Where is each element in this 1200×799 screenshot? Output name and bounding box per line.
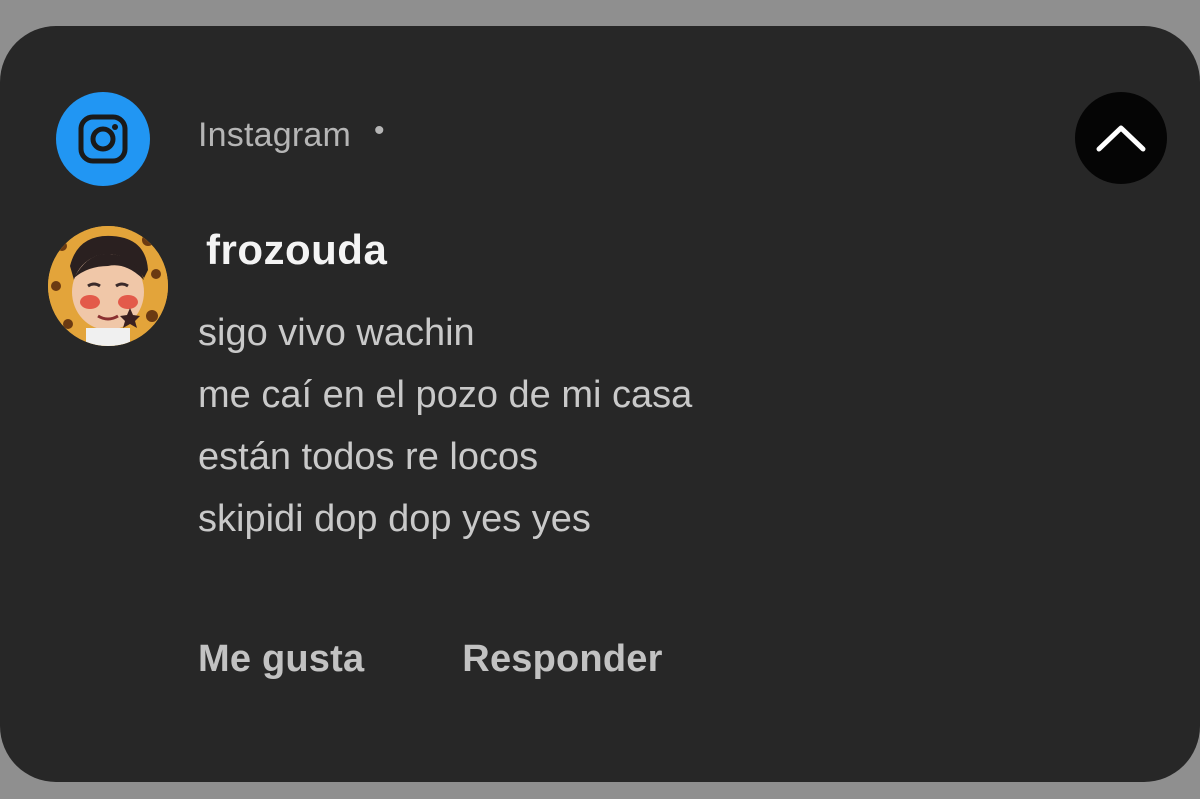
- collapse-button[interactable]: [1075, 92, 1167, 184]
- notification-actions: Me gusta Responder: [198, 638, 663, 681]
- message-line: skipidi dop dop yes yes: [198, 498, 591, 540]
- avatar: [48, 226, 168, 346]
- notification-card[interactable]: Instagram • frozouda sigo vivo wachin me…: [0, 26, 1200, 782]
- message-line: están todos re locos: [198, 436, 539, 478]
- message-line: sigo vivo wachin: [198, 312, 475, 354]
- app-separator-dot: •: [374, 114, 385, 147]
- sender-name: frozouda: [206, 226, 388, 273]
- app-name: Instagram: [198, 116, 351, 154]
- reply-button[interactable]: Responder: [462, 638, 662, 681]
- message-body: sigo vivo wachin me caí en el pozo de mi…: [198, 302, 1098, 550]
- message-line: me caí en el pozo de mi casa: [198, 374, 693, 416]
- chevron-up-icon: [1096, 125, 1146, 152]
- instagram-icon: [56, 92, 150, 186]
- like-button[interactable]: Me gusta: [198, 638, 364, 681]
